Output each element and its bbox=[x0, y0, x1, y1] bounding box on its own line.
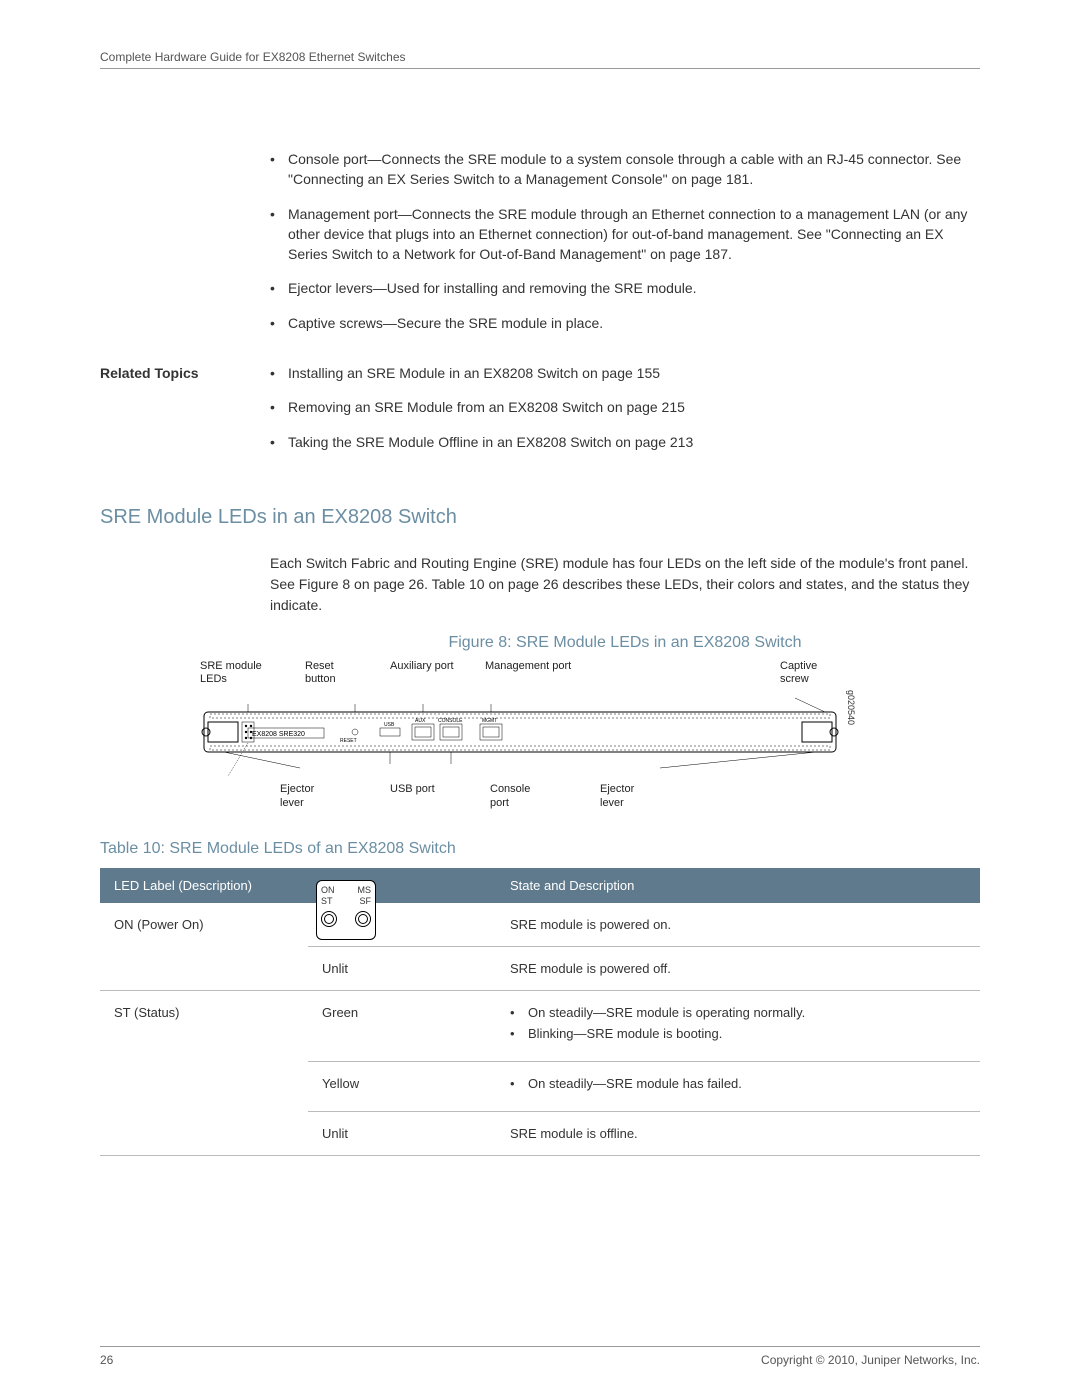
label-sre-leds: SRE module LEDs bbox=[200, 660, 280, 686]
table-row: ON (Power On) Green SRE module is powere… bbox=[100, 903, 980, 947]
section-body: Each Switch Fabric and Routing Engine (S… bbox=[270, 553, 980, 652]
figure-gcode: g020540 bbox=[846, 690, 856, 725]
related-topics-label: Related Topics bbox=[100, 363, 270, 381]
related-topic-item: Removing an SRE Module from an EX8208 Sw… bbox=[270, 397, 693, 417]
led-state-cell: SRE module is offline. bbox=[496, 1111, 980, 1155]
label-console-port: Console port bbox=[490, 783, 550, 809]
aux-tiny: AUX bbox=[415, 718, 426, 724]
intro-bullet: Captive screws—Secure the SRE module in … bbox=[270, 313, 980, 333]
led-label-cell: ST (Status) bbox=[100, 990, 308, 1155]
table-header-row: LED Label (Description) Color State and … bbox=[100, 868, 980, 903]
running-header: Complete Hardware Guide for EX8208 Ether… bbox=[100, 50, 980, 69]
label-mgmt-port: Management port bbox=[485, 660, 575, 686]
mgmt-tiny: MGMT bbox=[482, 718, 497, 724]
led-color-cell: Unlit bbox=[308, 946, 496, 990]
led-state-cell: On steadily—SRE module is operating norm… bbox=[496, 990, 980, 1061]
state-list-item: On steadily—SRE module has failed. bbox=[510, 1076, 966, 1091]
usb-tiny: USB bbox=[384, 722, 395, 728]
label-captive-screw: Captive screw bbox=[780, 660, 840, 686]
figure-caption: Figure 8: SRE Module LEDs in an EX8208 S… bbox=[270, 634, 980, 652]
page-number: 26 bbox=[100, 1353, 113, 1367]
sre-module-illustration: EX8208 SRE320 RESET USB AUX CONSOLE M bbox=[200, 688, 840, 778]
th-label: LED Label (Description) bbox=[100, 868, 308, 903]
related-topic-item: Installing an SRE Module in an EX8208 Sw… bbox=[270, 363, 693, 383]
led-table: LED Label (Description) Color State and … bbox=[100, 868, 980, 1156]
label-aux-port: Auxiliary port bbox=[390, 660, 460, 686]
led-state-cell: SRE module is powered on. bbox=[496, 903, 980, 947]
led-color-cell: Green bbox=[308, 990, 496, 1061]
intro-bullet: Ejector levers—Used for installing and r… bbox=[270, 278, 980, 298]
state-list-item: On steadily—SRE module is operating norm… bbox=[510, 1005, 966, 1020]
section-heading: SRE Module LEDs in an EX8208 Switch bbox=[100, 506, 980, 529]
intro-block: Console port—Connects the SRE module to … bbox=[270, 149, 980, 333]
led-state-cell: SRE module is powered off. bbox=[496, 946, 980, 990]
page-footer: 26 Copyright © 2010, Juniper Networks, I… bbox=[100, 1346, 980, 1367]
led-label-cell: ON (Power On) bbox=[100, 903, 308, 991]
console-tiny: CONSOLE bbox=[438, 718, 463, 724]
module-model-label: EX8208 SRE320 bbox=[252, 731, 305, 738]
led-color-cell: Unlit bbox=[308, 1111, 496, 1155]
led-callout-detail: ONMS STSF bbox=[316, 880, 376, 940]
related-topics-list: Installing an SRE Module in an EX8208 Sw… bbox=[270, 363, 693, 466]
intro-bullet: Management port—Connects the SRE module … bbox=[270, 204, 980, 265]
state-list-item: Blinking—SRE module is booting. bbox=[510, 1026, 966, 1041]
intro-bullet: Console port—Connects the SRE module to … bbox=[270, 149, 980, 190]
related-topic-item: Taking the SRE Module Offline in an EX82… bbox=[270, 432, 693, 452]
led-state-cell: On steadily—SRE module has failed. bbox=[496, 1061, 980, 1111]
document-page: Complete Hardware Guide for EX8208 Ether… bbox=[0, 0, 1080, 1397]
reset-tiny: RESET bbox=[340, 738, 357, 744]
led-color-cell: Yellow bbox=[308, 1061, 496, 1111]
figure-diagram: SRE module LEDs Reset button Auxiliary p… bbox=[200, 660, 840, 810]
label-ejector-lever-right: Ejector lever bbox=[600, 783, 660, 809]
related-topics-row: Related Topics Installing an SRE Module … bbox=[100, 363, 980, 466]
section-paragraph: Each Switch Fabric and Routing Engine (S… bbox=[270, 553, 980, 616]
label-reset-button: Reset button bbox=[305, 660, 365, 686]
label-usb-port: USB port bbox=[390, 783, 440, 809]
figure-bottom-labels: Ejector lever USB port Console port Ejec… bbox=[200, 783, 840, 809]
copyright-text: Copyright © 2010, Juniper Networks, Inc. bbox=[761, 1353, 980, 1367]
led-circle-icon bbox=[355, 911, 371, 927]
table-row: ST (Status) Green On steadily—SRE module… bbox=[100, 990, 980, 1061]
table-caption: Table 10: SRE Module LEDs of an EX8208 S… bbox=[100, 840, 980, 858]
th-state: State and Description bbox=[496, 868, 980, 903]
label-ejector-lever-left: Ejector lever bbox=[280, 783, 340, 809]
intro-bullet-list: Console port—Connects the SRE module to … bbox=[270, 149, 980, 333]
figure-top-labels: SRE module LEDs Reset button Auxiliary p… bbox=[200, 660, 840, 686]
led-circle-icon bbox=[321, 911, 337, 927]
